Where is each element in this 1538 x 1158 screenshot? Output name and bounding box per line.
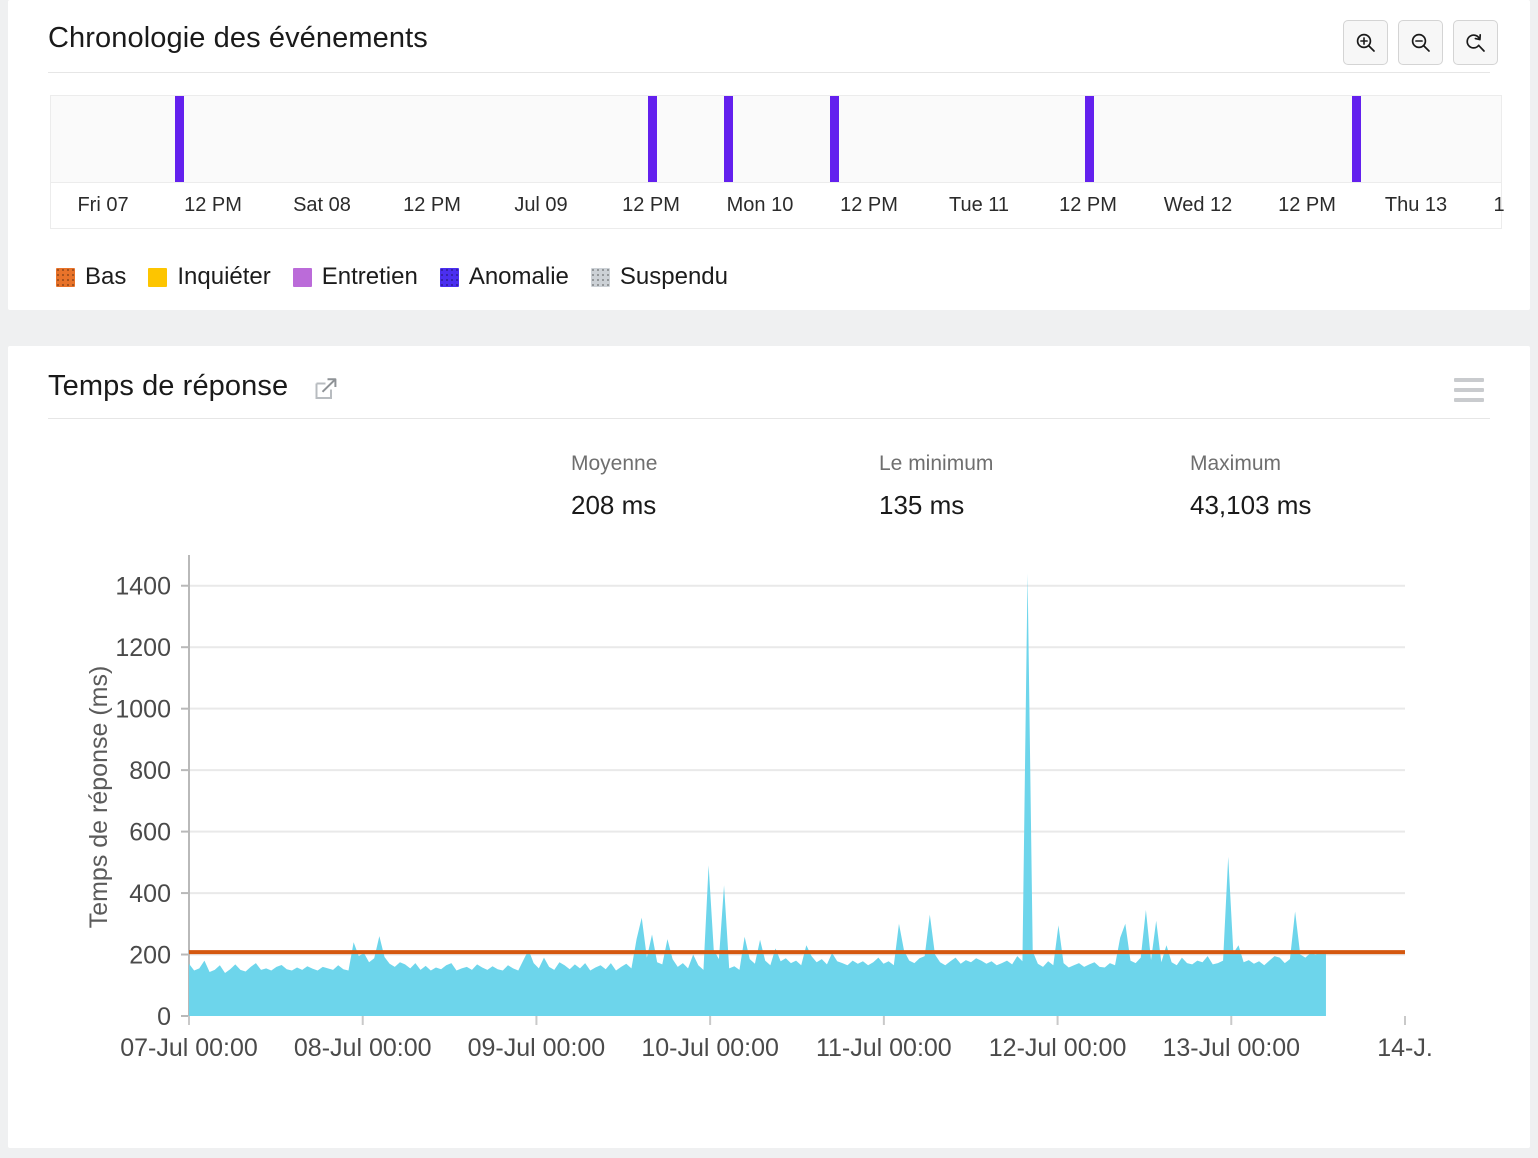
external-link-icon[interactable] — [313, 376, 339, 402]
stat-maximum: Maximum 43,103 ms — [1190, 452, 1311, 521]
stat-label: Le minimum — [879, 452, 993, 476]
timeline-event-bar[interactable] — [1352, 96, 1361, 182]
chart-y-tick-label: 0 — [157, 1003, 171, 1031]
stat-label: Moyenne — [571, 452, 657, 476]
magnifier-plus-icon — [1354, 31, 1378, 55]
legend-label: Inquiéter — [177, 263, 270, 291]
timeline-zoom-controls — [1343, 20, 1498, 65]
chart-x-tick-label: 09-Jul 00:00 — [468, 1034, 606, 1062]
chart-y-tick-label: 800 — [129, 757, 171, 785]
stat-value: 208 ms — [571, 490, 657, 521]
timeline-axis-tick: 12 PM — [1059, 194, 1117, 217]
chart-area-series — [189, 573, 1326, 1016]
timeline-legend: Bas Inquiéter Entretien Anomalie Suspendu — [56, 263, 750, 291]
response-stats-row: Moyenne 208 ms Le minimum 135 ms Maximum 43,1… — [8, 452, 1530, 532]
legend-label: Entretien — [322, 263, 418, 291]
timeline-axis-tick: 12 PM — [184, 194, 242, 217]
stat-value: 43,103 ms — [1190, 490, 1311, 521]
stat-value: 135 ms — [879, 490, 993, 521]
timeline-axis-tick: Fri 07 — [77, 194, 128, 217]
dashboard-page: Chronologie des événements — [0, 0, 1538, 1158]
menu-line-2 — [1454, 388, 1484, 392]
timeline-event-bar[interactable] — [1085, 96, 1094, 182]
response-time-chart[interactable]: 0 200 400 600 800 1000 1200 1400 Temps de répons… — [8, 552, 1530, 1112]
timeline-card: Chronologie des événements — [8, 0, 1530, 310]
menu-line-1 — [1454, 378, 1484, 382]
chart-y-tick-label: 400 — [129, 880, 171, 908]
timeline-axis-tick: 12 PM — [840, 194, 898, 217]
timeline-event-bar[interactable] — [830, 96, 839, 182]
stat-minimum: Le minimum 135 ms — [879, 452, 993, 521]
legend-swatch-icon — [440, 268, 459, 287]
chart-x-tick-label: 11-Jul 00:00 — [816, 1034, 952, 1062]
timeline-axis-tick: 1 — [1493, 194, 1504, 217]
legend-item-bas[interactable]: Bas — [56, 263, 126, 291]
timeline-axis-tick: 12 PM — [1278, 194, 1336, 217]
legend-item-entretien[interactable]: Entretien — [293, 263, 418, 291]
legend-label: Bas — [85, 263, 126, 291]
timeline-title: Chronologie des événements — [48, 22, 428, 55]
response-time-card: Temps de réponse Moyenne 208 ms Le minimum… — [8, 346, 1530, 1148]
legend-swatch-icon — [591, 268, 610, 287]
chart-y-tick-label: 1400 — [115, 573, 171, 601]
magnifier-minus-icon — [1409, 31, 1433, 55]
chart-x-tick-label: 13-Jul 00:00 — [1162, 1034, 1300, 1062]
timeline-axis-tick: 12 PM — [403, 194, 461, 217]
timeline-axis-tick: Thu 13 — [1385, 194, 1447, 217]
menu-line-3 — [1454, 398, 1484, 402]
hamburger-menu-icon[interactable] — [1454, 378, 1484, 402]
timeline-plot[interactable] — [50, 95, 1502, 183]
timeline-axis-tick: Wed 12 — [1164, 194, 1233, 217]
chart-x-tick-label: 07-Jul 00:00 — [120, 1034, 258, 1062]
timeline-event-bar[interactable] — [724, 96, 733, 182]
response-time-title: Temps de réponse — [48, 370, 288, 403]
timeline-event-bar[interactable] — [648, 96, 657, 182]
legend-label: Suspendu — [620, 263, 728, 291]
chart-x-tick-label: 08-Jul 00:00 — [294, 1034, 432, 1062]
legend-item-inquiéter[interactable]: Inquiéter — [148, 263, 270, 291]
timeline-card-header: Chronologie des événements — [8, 0, 1530, 72]
chart-y-tick-label: 1000 — [115, 696, 171, 724]
chart-x-tick-label: 10-Jul 00:00 — [641, 1034, 779, 1062]
zoom-in-button[interactable] — [1343, 20, 1388, 65]
timeline-axis-tick: Sat 08 — [293, 194, 351, 217]
chart-x-tick-label: 12-Jul 00:00 — [989, 1034, 1127, 1062]
timeline-axis-tick: Tue 11 — [949, 194, 1009, 217]
legend-swatch-icon — [56, 268, 75, 287]
zoom-out-button[interactable] — [1398, 20, 1443, 65]
chart-y-tick-label: 1200 — [115, 634, 171, 662]
reset-zoom-button[interactable] — [1453, 20, 1498, 65]
chart-y-tick-label: 200 — [129, 942, 171, 970]
legend-swatch-icon — [293, 268, 312, 287]
chart-x-tick-label: 14-J. — [1377, 1034, 1433, 1062]
timeline-event-bar[interactable] — [175, 96, 184, 182]
legend-item-anomalie[interactable]: Anomalie — [440, 263, 569, 291]
timeline-axis-tick: Mon 10 — [727, 194, 794, 217]
timeline-header-divider — [48, 72, 1490, 73]
legend-label: Anomalie — [469, 263, 569, 291]
legend-swatch-icon — [148, 268, 167, 287]
stat-label: Maximum — [1190, 452, 1311, 476]
timeline-axis-tick: Jul 09 — [514, 194, 567, 217]
response-header-divider — [48, 418, 1490, 419]
magnifier-reset-icon — [1464, 31, 1488, 55]
timeline-axis-tick: 12 PM — [622, 194, 680, 217]
legend-item-suspendu[interactable]: Suspendu — [591, 263, 728, 291]
chart-y-axis-label: Temps de réponse (ms) — [85, 666, 113, 929]
response-card-header: Temps de réponse — [8, 346, 1530, 418]
chart-y-tick-label: 600 — [129, 819, 171, 847]
timeline-axis: Fri 07 12 PM Sat 08 12 PM Jul 09 12 PM Mon 10 1… — [50, 183, 1502, 229]
stat-average: Moyenne 208 ms — [571, 452, 657, 521]
